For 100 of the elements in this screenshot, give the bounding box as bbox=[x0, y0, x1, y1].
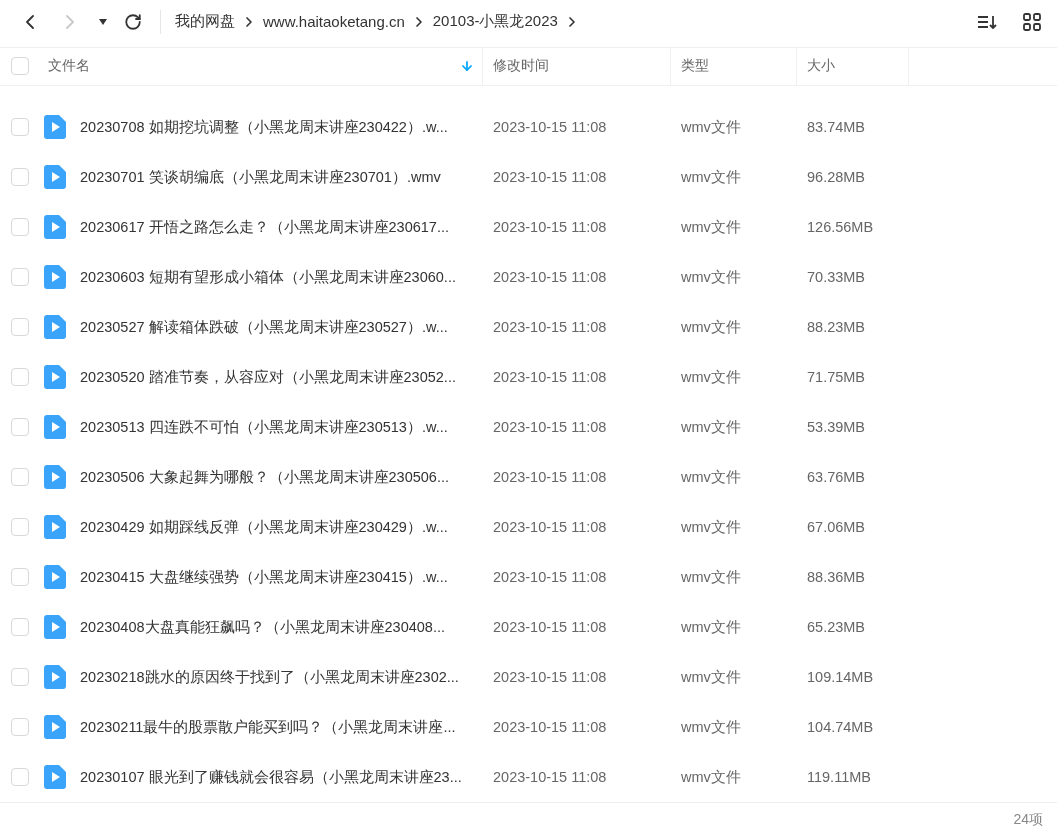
file-type: wmv文件 bbox=[680, 267, 742, 287]
modified-time: 2023-10-15 11:08 bbox=[492, 319, 608, 336]
file-size: 83.74MB bbox=[806, 119, 867, 136]
file-name[interactable]: 20230617 开悟之路怎么走？（小黑龙周末讲座230617... bbox=[80, 217, 449, 237]
video-file-icon bbox=[44, 415, 66, 440]
breadcrumb-link[interactable]: 20103-小黑龙2023 bbox=[432, 12, 558, 32]
file-size: 71.75MB bbox=[806, 369, 867, 386]
file-name[interactable]: 20230520 踏准节奏，从容应对（小黑龙周末讲座23052... bbox=[80, 367, 456, 387]
column-header[interactable]: 大小 bbox=[797, 47, 909, 86]
file-type: wmv文件 bbox=[680, 117, 742, 137]
row-checkbox[interactable] bbox=[11, 118, 29, 137]
file-type: wmv文件 bbox=[680, 767, 742, 787]
column-header[interactable]: 文件名 bbox=[40, 47, 483, 86]
file-name[interactable]: 20230107 眼光到了赚钱就会很容易（小黑龙周末讲座23... bbox=[80, 767, 462, 787]
file-name[interactable]: 20230211最牛的股票散户能买到吗？（小黑龙周末讲座... bbox=[80, 717, 456, 737]
row-checkbox[interactable] bbox=[11, 568, 29, 587]
sort-arrow-icon bbox=[460, 59, 474, 74]
caret-down-icon bbox=[98, 17, 108, 26]
row-checkbox[interactable] bbox=[11, 268, 29, 287]
modified-time: 2023-10-15 11:08 bbox=[492, 169, 608, 186]
file-name[interactable]: 20230701 笑谈胡编底（小黑龙周末讲座230701）.wmv bbox=[80, 167, 441, 187]
file-type: wmv文件 bbox=[680, 467, 742, 487]
refresh-button[interactable] bbox=[124, 12, 142, 31]
video-file-icon bbox=[44, 665, 66, 690]
video-file-icon bbox=[44, 265, 66, 290]
file-size: 63.76MB bbox=[806, 469, 867, 486]
file-size: 65.23MB bbox=[806, 619, 867, 636]
file-size: 126.56MB bbox=[806, 219, 875, 236]
modified-time: 2023-10-15 11:08 bbox=[492, 369, 608, 386]
video-file-icon bbox=[44, 515, 66, 540]
item-count: 24项 bbox=[1013, 810, 1043, 829]
row-checkbox[interactable] bbox=[11, 668, 29, 687]
file-type: wmv文件 bbox=[680, 667, 742, 687]
modified-time: 2023-10-15 11:08 bbox=[492, 219, 608, 236]
modified-time: 2023-10-15 11:08 bbox=[492, 519, 608, 536]
row-checkbox[interactable] bbox=[11, 418, 29, 437]
column-header[interactable]: 修改时间 bbox=[483, 47, 671, 86]
row-checkbox[interactable] bbox=[11, 368, 29, 387]
row-checkbox[interactable] bbox=[11, 768, 29, 787]
file-type: wmv文件 bbox=[680, 317, 742, 337]
video-file-icon bbox=[44, 165, 66, 190]
file-type: wmv文件 bbox=[680, 567, 742, 587]
row-checkbox[interactable] bbox=[11, 518, 29, 537]
file-name[interactable]: 20230527 解读箱体跌破（小黑龙周末讲座230527）.w... bbox=[80, 317, 448, 337]
file-name[interactable]: 20230513 四连跌不可怕（小黑龙周末讲座230513）.w... bbox=[80, 417, 448, 437]
file-size: 119.11MB bbox=[806, 769, 872, 786]
file-type: wmv文件 bbox=[680, 517, 742, 537]
select-all-checkbox[interactable] bbox=[11, 57, 29, 76]
file-name[interactable]: 20230415 大盘继续强势（小黑龙周末讲座230415）.w... bbox=[80, 567, 448, 587]
row-checkbox[interactable] bbox=[11, 718, 29, 737]
modified-time: 2023-10-15 11:08 bbox=[492, 469, 608, 486]
video-file-icon bbox=[44, 615, 66, 640]
breadcrumb-link[interactable]: www.haitaoketang.cn bbox=[263, 13, 405, 31]
modified-time: 2023-10-15 11:08 bbox=[492, 719, 608, 736]
file-type: wmv文件 bbox=[680, 717, 742, 737]
file-size: 109.14MB bbox=[806, 669, 875, 686]
file-size: 67.06MB bbox=[806, 519, 867, 536]
file-size: 53.39MB bbox=[806, 419, 867, 436]
sort-list-icon bbox=[977, 13, 997, 30]
video-file-icon bbox=[44, 315, 66, 340]
file-name[interactable]: 20230218跳水的原因终于找到了（小黑龙周末讲座2302... bbox=[80, 667, 459, 687]
modified-time: 2023-10-15 11:08 bbox=[492, 619, 608, 636]
history-dropdown-button[interactable] bbox=[98, 17, 108, 26]
file-name[interactable]: 20230429 如期踩线反弹（小黑龙周末讲座230429）.w... bbox=[80, 517, 448, 537]
row-checkbox[interactable] bbox=[11, 168, 29, 187]
modified-time: 2023-10-15 11:08 bbox=[492, 569, 608, 586]
breadcrumb-link[interactable]: 我的网盘 bbox=[175, 12, 235, 32]
column-header[interactable]: 类型 bbox=[671, 47, 797, 86]
refresh-icon bbox=[124, 12, 142, 31]
file-size: 88.23MB bbox=[806, 319, 867, 336]
file-type: wmv文件 bbox=[680, 167, 742, 187]
modified-time: 2023-10-15 11:08 bbox=[492, 119, 608, 136]
video-file-icon bbox=[44, 365, 66, 390]
video-file-icon bbox=[44, 465, 66, 490]
file-name[interactable]: 20230408大盘真能狂飙吗？（小黑龙周末讲座230408... bbox=[80, 617, 445, 637]
file-name[interactable]: 20230708 如期挖坑调整（小黑龙周末讲座230422）.w... bbox=[80, 117, 448, 137]
file-size: 88.36MB bbox=[806, 569, 867, 586]
modified-time: 2023-10-15 11:08 bbox=[492, 419, 608, 436]
row-checkbox[interactable] bbox=[11, 618, 29, 637]
modified-time: 2023-10-15 11:08 bbox=[492, 769, 608, 786]
file-size: 96.28MB bbox=[806, 169, 867, 186]
grid-view-icon bbox=[1023, 12, 1041, 31]
row-checkbox[interactable] bbox=[11, 318, 29, 337]
file-size: 104.74MB bbox=[806, 719, 875, 736]
video-file-icon bbox=[44, 215, 66, 240]
row-checkbox[interactable] bbox=[11, 218, 29, 237]
video-file-icon bbox=[44, 565, 66, 590]
file-type: wmv文件 bbox=[680, 617, 742, 637]
sort-list-button[interactable] bbox=[977, 13, 997, 30]
file-name[interactable]: 20230506 大象起舞为哪般？（小黑龙周末讲座230506... bbox=[80, 467, 449, 487]
grid-view-button[interactable] bbox=[1023, 12, 1041, 31]
file-type: wmv文件 bbox=[680, 417, 742, 437]
row-checkbox[interactable] bbox=[11, 468, 29, 487]
modified-time: 2023-10-15 11:08 bbox=[492, 669, 608, 686]
file-name[interactable]: 20230603 短期有望形成小箱体（小黑龙周末讲座23060... bbox=[80, 267, 456, 287]
file-type: wmv文件 bbox=[680, 217, 742, 237]
file-type: wmv文件 bbox=[680, 367, 742, 387]
video-file-icon bbox=[44, 115, 66, 140]
video-file-icon bbox=[44, 715, 66, 740]
modified-time: 2023-10-15 11:08 bbox=[492, 269, 608, 286]
